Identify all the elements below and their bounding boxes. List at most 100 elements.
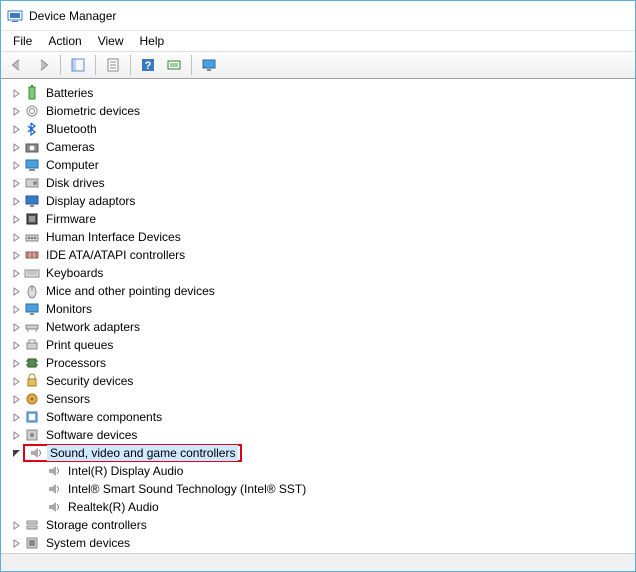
system-icon [24,535,40,551]
tree-item[interactable]: Mice and other pointing devices [7,282,635,300]
tree-item-label: Software devices [43,427,140,443]
svg-text:?: ? [145,60,152,72]
menu-help[interactable]: Help [132,32,173,50]
tree-item-label: Biometric devices [43,103,143,119]
properties-button[interactable] [101,54,125,76]
chevron-right-icon[interactable] [9,158,23,172]
chevron-right-icon[interactable] [9,266,23,280]
chevron-right-icon[interactable] [31,482,45,496]
tree-item[interactable]: Intel® Smart Sound Technology (Intel® SS… [29,480,635,498]
tree-item-label: Mice and other pointing devices [43,283,218,299]
tree-item[interactable]: Sensors [7,390,635,408]
menu-action[interactable]: Action [40,32,89,50]
print-icon [24,337,40,353]
help-button[interactable]: ? [136,54,160,76]
chevron-right-icon[interactable] [9,194,23,208]
chevron-right-icon[interactable] [31,500,45,514]
chevron-right-icon[interactable] [9,338,23,352]
chevron-right-icon[interactable] [9,518,23,532]
tree-item[interactable]: Monitors [7,300,635,318]
show-hide-tree-button[interactable] [66,54,90,76]
chevron-right-icon[interactable] [9,536,23,550]
computer-icon [24,157,40,173]
camera-icon [24,139,40,155]
battery-icon [24,85,40,101]
tree-item[interactable]: Realtek(R) Audio [29,498,635,516]
back-button[interactable] [5,54,29,76]
device-tree: BatteriesBiometric devices BluetoothCamer… [1,84,635,552]
tree-item-label: Bluetooth [43,121,100,137]
tree-item-label: Sound, video and game controllers [47,445,238,461]
chevron-right-icon[interactable] [9,176,23,190]
toolbar: ? [1,51,635,79]
chevron-right-icon[interactable] [9,104,23,118]
tree-item[interactable]: Intel(R) Display Audio [29,462,635,480]
forward-button[interactable] [31,54,55,76]
scan-hardware-button[interactable] [162,54,186,76]
keyboard-icon [24,265,40,281]
swdev-icon [24,427,40,443]
chevron-right-icon[interactable] [9,356,23,370]
monitor-button[interactable] [197,54,221,76]
tree-item-label: Intel(R) Display Audio [65,463,186,479]
tree-item[interactable]: Human Interface Devices [7,228,635,246]
tree-item[interactable]: System devices [7,534,635,552]
chevron-right-icon[interactable] [9,428,23,442]
tree-item[interactable]: Cameras [7,138,635,156]
tree-item[interactable]: Batteries [7,84,635,102]
tree-item[interactable]: Bluetooth [7,120,635,138]
storage-icon [24,517,40,533]
tree-item-label: Disk drives [43,175,108,191]
tree-item-label: Realtek(R) Audio [65,499,162,515]
security-icon [24,373,40,389]
chevron-right-icon[interactable] [9,140,23,154]
menu-view[interactable]: View [90,32,132,50]
chevron-right-icon[interactable] [9,230,23,244]
tree-item[interactable]: Display adaptors [7,192,635,210]
statusbar [1,553,635,571]
menubar: File Action View Help [1,31,635,51]
chevron-right-icon[interactable] [9,392,23,406]
tree-item[interactable]: IDE ATA/ATAPI controllers [7,246,635,264]
tree-item[interactable]: Security devices [7,372,635,390]
tree-item-label: Print queues [43,337,116,353]
tree-item[interactable]: Biometric devices [7,102,635,120]
tree-item-label: Intel® Smart Sound Technology (Intel® SS… [65,481,309,497]
tree-item[interactable]: Network adapters [7,318,635,336]
chevron-down-icon[interactable] [9,446,23,460]
tree-item[interactable]: Storage controllers [7,516,635,534]
tree-item[interactable]: Software components [7,408,635,426]
chevron-right-icon[interactable] [9,320,23,334]
tree-item[interactable]: Software devices [7,426,635,444]
tree-item[interactable]: Processors [7,354,635,372]
toolbar-separator [191,55,192,75]
tree-item-label: Software components [43,409,165,425]
tree-item-label: Processors [43,355,109,371]
tree-item[interactable]: Keyboards [7,264,635,282]
chevron-right-icon[interactable] [9,86,23,100]
tree-item-label: Storage controllers [43,517,150,533]
biometric-icon [24,103,40,119]
tree-item[interactable]: Print queues [7,336,635,354]
chevron-right-icon[interactable] [9,212,23,226]
tree-item-label: Display adaptors [43,193,138,209]
chevron-right-icon[interactable] [9,374,23,388]
speaker-icon [46,463,62,479]
mouse-icon [24,283,40,299]
tree-item[interactable]: Computer [7,156,635,174]
chevron-right-icon[interactable] [9,410,23,424]
window-title: Device Manager [29,9,116,23]
chevron-right-icon[interactable] [9,248,23,262]
chevron-right-icon[interactable] [31,464,45,478]
tree-item[interactable]: Disk drives [7,174,635,192]
tree-item[interactable]: Sound, video and game controllers [7,444,635,462]
network-icon [24,319,40,335]
device-tree-panel[interactable]: BatteriesBiometric devices BluetoothCamer… [1,79,635,553]
monitor-icon [24,301,40,317]
menu-file[interactable]: File [5,32,40,50]
chevron-right-icon[interactable] [9,302,23,316]
chevron-right-icon[interactable] [9,284,23,298]
tree-item-label: Network adapters [43,319,143,335]
tree-item[interactable]: Firmware [7,210,635,228]
chevron-right-icon[interactable] [9,122,23,136]
